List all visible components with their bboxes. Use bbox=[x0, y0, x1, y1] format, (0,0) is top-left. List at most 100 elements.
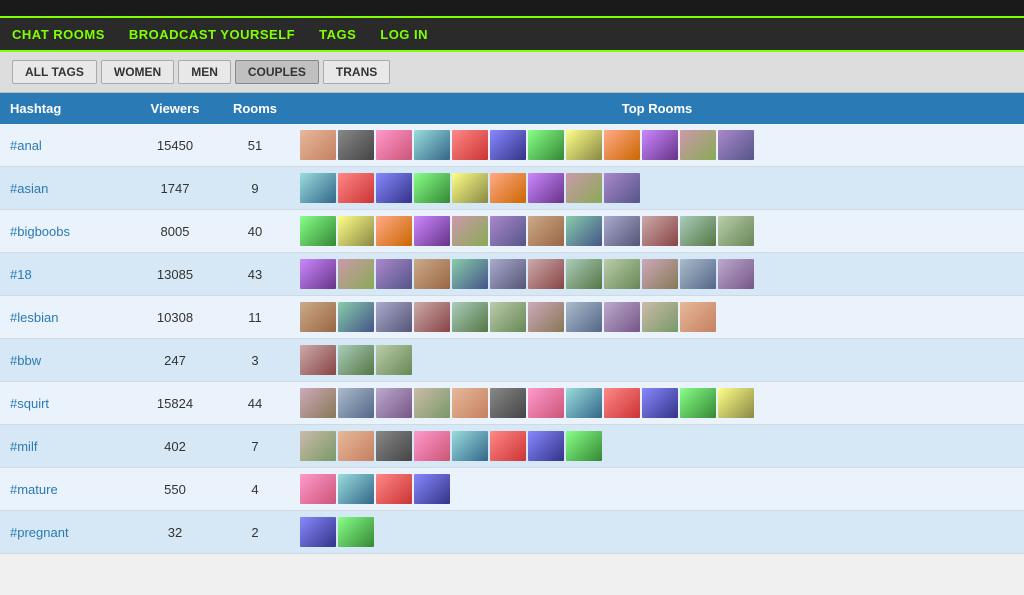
room-thumbnail[interactable] bbox=[338, 431, 374, 461]
room-thumbnail[interactable] bbox=[338, 388, 374, 418]
room-thumbnail[interactable] bbox=[414, 216, 450, 246]
hashtag-cell[interactable]: #milf bbox=[0, 425, 130, 468]
hashtag-cell[interactable]: #pregnant bbox=[0, 511, 130, 554]
room-thumbnail[interactable] bbox=[642, 388, 678, 418]
room-thumbnail[interactable] bbox=[490, 302, 526, 332]
room-thumbnail[interactable] bbox=[376, 130, 412, 160]
room-thumbnail[interactable] bbox=[300, 517, 336, 547]
room-thumbnail[interactable] bbox=[490, 173, 526, 203]
room-thumbnail[interactable] bbox=[376, 259, 412, 289]
room-thumbnail[interactable] bbox=[338, 216, 374, 246]
hashtag-cell[interactable]: #lesbian bbox=[0, 296, 130, 339]
room-thumbnail[interactable] bbox=[452, 130, 488, 160]
room-thumbnail[interactable] bbox=[414, 474, 450, 504]
room-thumbnail[interactable] bbox=[452, 216, 488, 246]
room-thumbnail[interactable] bbox=[718, 130, 754, 160]
room-thumbnail[interactable] bbox=[528, 259, 564, 289]
room-thumbnail[interactable] bbox=[566, 388, 602, 418]
tag-btn-couples[interactable]: COUPLES bbox=[235, 60, 319, 84]
room-thumbnail[interactable] bbox=[528, 302, 564, 332]
room-thumbnail[interactable] bbox=[452, 259, 488, 289]
room-thumbnail[interactable] bbox=[604, 173, 640, 203]
room-thumbnail[interactable] bbox=[300, 216, 336, 246]
room-thumbnail[interactable] bbox=[414, 259, 450, 289]
room-thumbnail[interactable] bbox=[566, 130, 602, 160]
hashtag-cell[interactable]: #anal bbox=[0, 124, 130, 167]
room-thumbnail[interactable] bbox=[604, 216, 640, 246]
room-thumbnail[interactable] bbox=[338, 259, 374, 289]
room-thumbnail[interactable] bbox=[680, 302, 716, 332]
nav-item-login[interactable]: LOG IN bbox=[380, 27, 428, 42]
room-thumbnail[interactable] bbox=[414, 173, 450, 203]
room-thumbnail[interactable] bbox=[414, 388, 450, 418]
room-thumbnail[interactable] bbox=[490, 216, 526, 246]
room-thumbnail[interactable] bbox=[414, 302, 450, 332]
room-thumbnail[interactable] bbox=[490, 130, 526, 160]
room-thumbnail[interactable] bbox=[376, 388, 412, 418]
room-thumbnail[interactable] bbox=[718, 388, 754, 418]
room-thumbnail[interactable] bbox=[680, 130, 716, 160]
room-thumbnail[interactable] bbox=[642, 130, 678, 160]
room-thumbnail[interactable] bbox=[642, 216, 678, 246]
room-thumbnail[interactable] bbox=[300, 302, 336, 332]
room-thumbnail[interactable] bbox=[680, 259, 716, 289]
room-thumbnail[interactable] bbox=[452, 302, 488, 332]
room-thumbnail[interactable] bbox=[680, 388, 716, 418]
room-thumbnail[interactable] bbox=[680, 216, 716, 246]
tag-btn-all-tags[interactable]: ALL TAGS bbox=[12, 60, 97, 84]
room-thumbnail[interactable] bbox=[338, 302, 374, 332]
room-thumbnail[interactable] bbox=[376, 345, 412, 375]
room-thumbnail[interactable] bbox=[338, 517, 374, 547]
room-thumbnail[interactable] bbox=[528, 388, 564, 418]
room-thumbnail[interactable] bbox=[376, 474, 412, 504]
room-thumbnail[interactable] bbox=[566, 302, 602, 332]
room-thumbnail[interactable] bbox=[300, 431, 336, 461]
room-thumbnail[interactable] bbox=[718, 216, 754, 246]
tag-btn-women[interactable]: WOMEN bbox=[101, 60, 174, 84]
nav-item-broadcast[interactable]: BROADCAST YOURSELF bbox=[129, 27, 295, 42]
hashtag-cell[interactable]: #bigboobs bbox=[0, 210, 130, 253]
room-thumbnail[interactable] bbox=[604, 130, 640, 160]
room-thumbnail[interactable] bbox=[300, 388, 336, 418]
room-thumbnail[interactable] bbox=[338, 130, 374, 160]
hashtag-cell[interactable]: #asian bbox=[0, 167, 130, 210]
room-thumbnail[interactable] bbox=[300, 474, 336, 504]
hashtag-cell[interactable]: #mature bbox=[0, 468, 130, 511]
room-thumbnail[interactable] bbox=[490, 259, 526, 289]
room-thumbnail[interactable] bbox=[414, 431, 450, 461]
tag-btn-men[interactable]: MEN bbox=[178, 60, 231, 84]
room-thumbnail[interactable] bbox=[376, 302, 412, 332]
room-thumbnail[interactable] bbox=[338, 173, 374, 203]
room-thumbnail[interactable] bbox=[376, 216, 412, 246]
room-thumbnail[interactable] bbox=[528, 173, 564, 203]
room-thumbnail[interactable] bbox=[604, 388, 640, 418]
room-thumbnail[interactable] bbox=[300, 345, 336, 375]
room-thumbnail[interactable] bbox=[604, 302, 640, 332]
room-thumbnail[interactable] bbox=[642, 259, 678, 289]
room-thumbnail[interactable] bbox=[452, 173, 488, 203]
room-thumbnail[interactable] bbox=[566, 216, 602, 246]
hashtag-cell[interactable]: #18 bbox=[0, 253, 130, 296]
room-thumbnail[interactable] bbox=[452, 431, 488, 461]
room-thumbnail[interactable] bbox=[338, 474, 374, 504]
room-thumbnail[interactable] bbox=[642, 302, 678, 332]
room-thumbnail[interactable] bbox=[300, 173, 336, 203]
room-thumbnail[interactable] bbox=[528, 130, 564, 160]
room-thumbnail[interactable] bbox=[414, 130, 450, 160]
room-thumbnail[interactable] bbox=[376, 173, 412, 203]
room-thumbnail[interactable] bbox=[528, 216, 564, 246]
hashtag-cell[interactable]: #bbw bbox=[0, 339, 130, 382]
room-thumbnail[interactable] bbox=[300, 130, 336, 160]
room-thumbnail[interactable] bbox=[604, 259, 640, 289]
room-thumbnail[interactable] bbox=[528, 431, 564, 461]
room-thumbnail[interactable] bbox=[490, 388, 526, 418]
room-thumbnail[interactable] bbox=[300, 259, 336, 289]
tag-btn-trans[interactable]: TRANS bbox=[323, 60, 390, 84]
nav-item-chat-rooms[interactable]: CHAT ROOMS bbox=[12, 27, 105, 42]
room-thumbnail[interactable] bbox=[376, 431, 412, 461]
room-thumbnail[interactable] bbox=[452, 388, 488, 418]
room-thumbnail[interactable] bbox=[490, 431, 526, 461]
hashtag-cell[interactable]: #squirt bbox=[0, 382, 130, 425]
room-thumbnail[interactable] bbox=[566, 259, 602, 289]
room-thumbnail[interactable] bbox=[566, 173, 602, 203]
